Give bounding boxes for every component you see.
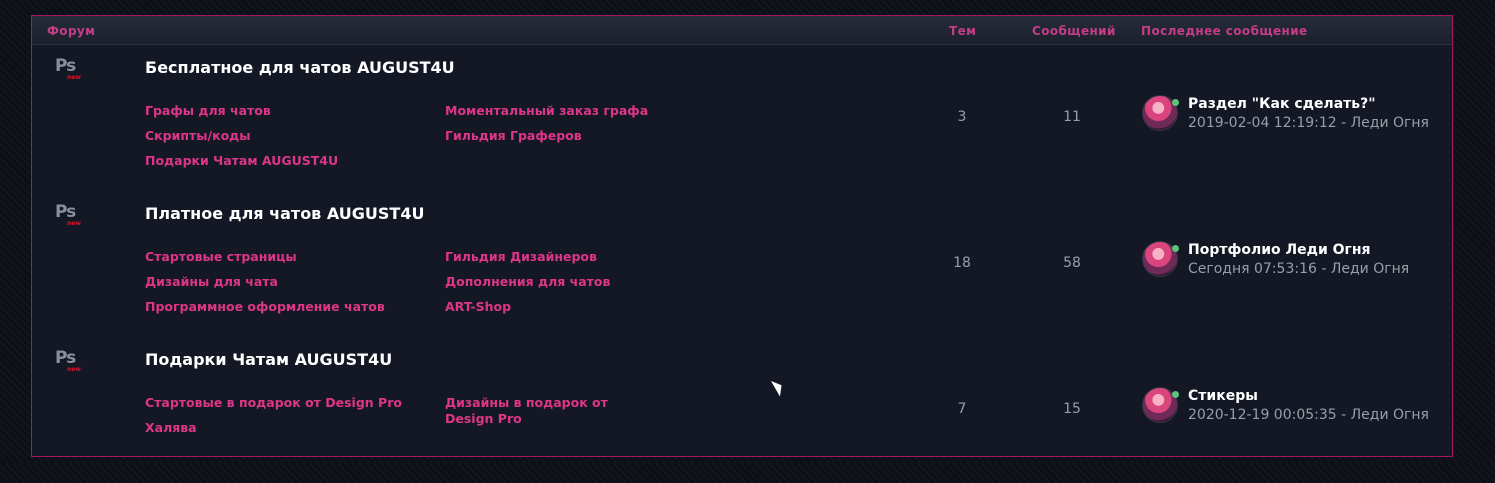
subforum-link[interactable]: Дизайны для чата [145, 274, 278, 290]
subforum-link[interactable]: Скрипты/коды [145, 128, 251, 144]
subforum-link[interactable]: Программное оформление чатов [145, 299, 385, 315]
subforum-link[interactable]: Дизайны в подарок от [445, 395, 608, 411]
header-posts: Сообщений [1032, 24, 1116, 38]
forum-table: Форум Тем Сообщений Последнее сообщение … [31, 15, 1453, 457]
topics-count: 7 [957, 401, 967, 417]
subforum-link[interactable]: Моментальный заказ графа [445, 103, 648, 119]
forum-title-link[interactable]: Платное для чатов AUGUST4U [145, 204, 424, 223]
posts-count: 15 [1063, 401, 1081, 417]
last-post-meta: 2020-12-19 00:05:35 - Леди Огня [1188, 407, 1429, 423]
subforum-link[interactable]: Гильдия Дизайнеров [445, 249, 597, 265]
subforum-link[interactable]: Халява [145, 420, 197, 436]
header-last-post: Последнее сообщение [1141, 24, 1308, 38]
forum-row: Ps new Подарки Чатам AUGUST4U Стартовые в… [32, 337, 1452, 483]
subforum-link[interactable]: Стартовые в подарок от Design Pro [145, 395, 402, 411]
last-post-link[interactable]: Стикеры [1188, 388, 1258, 404]
topics-count: 3 [957, 109, 967, 125]
avatar[interactable] [1142, 387, 1179, 423]
ps-new-icon: Ps new [55, 348, 81, 373]
subforum-link[interactable]: Гильдия Граферов [445, 128, 582, 144]
subforum-link[interactable]: ART-Shop [445, 299, 511, 315]
forum-title-link[interactable]: Бесплатное для чатов AUGUST4U [145, 58, 455, 77]
header-forum: Форум [47, 24, 96, 38]
last-post-meta: 2019-02-04 12:19:12 - Леди Огня [1188, 115, 1429, 131]
last-post-link[interactable]: Раздел "Как сделать?" [1188, 96, 1376, 112]
avatar[interactable] [1142, 241, 1179, 277]
header-topics: Тем [949, 24, 977, 38]
online-status-icon [1172, 391, 1179, 398]
forum-row: Ps new Платное для чатов AUGUST4U Стартов… [32, 191, 1452, 337]
table-header: Форум Тем Сообщений Последнее сообщение [32, 16, 1452, 45]
ps-new-icon: Ps new [55, 202, 81, 227]
online-status-icon [1172, 245, 1179, 252]
forum-row: Ps new Бесплатное для чатов AUGUST4U Граф… [32, 45, 1452, 191]
subforum-link[interactable]: Стартовые страницы [145, 249, 297, 265]
subforum-link[interactable]: Дополнения для чатов [445, 274, 610, 290]
avatar[interactable] [1142, 95, 1179, 131]
subforum-link[interactable]: Подарки Чатам AUGUST4U [145, 153, 338, 169]
subforum-link[interactable]: Design Pro [445, 411, 522, 427]
ps-new-icon: Ps new [55, 56, 81, 81]
last-post-link[interactable]: Портфолио Леди Огня [1188, 242, 1371, 258]
last-post-meta: Сегодня 07:53:16 - Леди Огня [1188, 261, 1410, 277]
posts-count: 11 [1063, 109, 1081, 125]
subforum-link[interactable]: Графы для чатов [145, 103, 271, 119]
forum-title-link[interactable]: Подарки Чатам AUGUST4U [145, 350, 392, 369]
topics-count: 18 [953, 255, 971, 271]
online-status-icon [1172, 99, 1179, 106]
posts-count: 58 [1063, 255, 1081, 271]
